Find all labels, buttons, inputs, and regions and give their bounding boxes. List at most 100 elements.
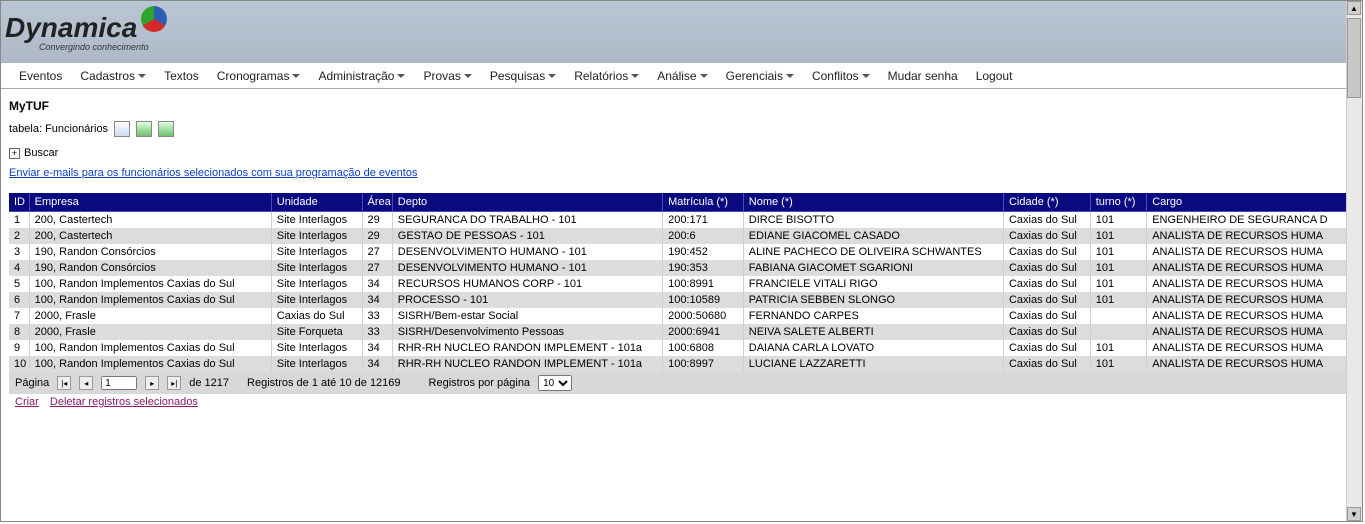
scroll-thumb[interactable] — [1347, 18, 1361, 98]
menu-provas[interactable]: Provas — [415, 65, 479, 87]
cell-turno: 101 — [1090, 356, 1146, 372]
last-page-icon[interactable]: ▸| — [167, 376, 181, 390]
menu-mudar-senha[interactable]: Mudar senha — [880, 65, 966, 87]
menu-eventos[interactable]: Eventos — [11, 65, 70, 87]
menu-relatórios[interactable]: Relatórios — [566, 65, 647, 87]
table-label-row: tabela: Funcionários — [9, 121, 1354, 137]
menu-label: Conflitos — [812, 69, 859, 83]
column-header[interactable]: Depto — [392, 193, 662, 212]
table-row[interactable]: 1200, CastertechSite Interlagos29SEGURAN… — [9, 212, 1349, 229]
cell-cidade: Caxias do Sul — [1003, 356, 1090, 372]
column-header[interactable]: Área — [362, 193, 392, 212]
next-page-icon[interactable]: ▸ — [145, 376, 159, 390]
column-header[interactable]: Cargo — [1147, 193, 1349, 212]
table-row[interactable]: 82000, FrasleSite Forqueta33SISRH/Desenv… — [9, 324, 1349, 340]
cell-id: 5 — [9, 276, 29, 292]
cell-cidade: Caxias do Sul — [1003, 324, 1090, 340]
cell-unidade: Site Interlagos — [271, 228, 362, 244]
menu-pesquisas[interactable]: Pesquisas — [482, 65, 564, 87]
menu-label: Provas — [423, 69, 460, 83]
column-header[interactable]: Cidade (*) — [1003, 193, 1090, 212]
cell-turno — [1090, 324, 1146, 340]
per-page-select[interactable]: 10 — [538, 375, 572, 391]
table-row[interactable]: 72000, FrasleCaxias do Sul33SISRH/Bem-es… — [9, 308, 1349, 324]
logo: Dynamica — [5, 12, 167, 44]
menu-cadastros[interactable]: Cadastros — [72, 65, 154, 87]
first-page-icon[interactable]: |◂ — [57, 376, 71, 390]
chevron-down-icon — [631, 74, 639, 78]
cell-matricula: 2000:50680 — [663, 308, 744, 324]
menu-label: Logout — [976, 69, 1013, 83]
cell-turno: 101 — [1090, 340, 1146, 356]
cell-depto: RHR-RH NUCLEO RANDON IMPLEMENT - 101a — [392, 356, 662, 372]
cell-depto: RHR-RH NUCLEO RANDON IMPLEMENT - 101a — [392, 340, 662, 356]
deletar-link[interactable]: Deletar registros selecionados — [50, 396, 198, 408]
table-row[interactable]: 4190, Randon ConsórciosSite Interlagos27… — [9, 260, 1349, 276]
export-excel-icon[interactable] — [136, 121, 152, 137]
chevron-down-icon — [292, 74, 300, 78]
column-header[interactable]: Unidade — [271, 193, 362, 212]
cell-id: 9 — [9, 340, 29, 356]
cell-empresa: 100, Randon Implementos Caxias do Sul — [29, 340, 271, 356]
cell-cargo: ENGENHEIRO DE SEGURANCA D — [1147, 212, 1349, 229]
logo-mark-icon — [141, 6, 167, 32]
chevron-down-icon — [862, 74, 870, 78]
de-label: de 1217 — [189, 377, 229, 389]
prev-page-icon[interactable]: ◂ — [79, 376, 93, 390]
cell-id: 6 — [9, 292, 29, 308]
cell-cidade: Caxias do Sul — [1003, 212, 1090, 229]
cell-empresa: 100, Randon Implementos Caxias do Sul — [29, 356, 271, 372]
brand-name: Dynamica — [5, 12, 137, 44]
scroll-up-icon[interactable]: ▲ — [1347, 1, 1361, 15]
column-header[interactable]: turno (*) — [1090, 193, 1146, 212]
vertical-scrollbar[interactable]: ▲ ▼ — [1346, 1, 1362, 521]
menu-cronogramas[interactable]: Cronogramas — [209, 65, 309, 87]
table-label: tabela: Funcionários — [9, 123, 108, 135]
column-header[interactable]: ID — [9, 193, 29, 212]
table-row[interactable]: 6100, Randon Implementos Caxias do SulSi… — [9, 292, 1349, 308]
cell-matricula: 200:171 — [663, 212, 744, 229]
menu-administração[interactable]: Administração — [310, 65, 413, 87]
export-excel-alt-icon[interactable] — [158, 121, 174, 137]
page-input[interactable] — [101, 376, 137, 390]
column-header[interactable]: Matrícula (*) — [663, 193, 744, 212]
cell-id: 1 — [9, 212, 29, 229]
expand-buscar-icon[interactable]: + — [9, 148, 20, 159]
table-row[interactable]: 5100, Randon Implementos Caxias do SulSi… — [9, 276, 1349, 292]
cell-cidade: Caxias do Sul — [1003, 308, 1090, 324]
column-header[interactable]: Empresa — [29, 193, 271, 212]
cell-cargo: ANALISTA DE RECURSOS HUMA — [1147, 260, 1349, 276]
scroll-down-icon[interactable]: ▼ — [1347, 507, 1361, 521]
column-header[interactable]: Nome (*) — [743, 193, 1003, 212]
cell-matricula: 100:6808 — [663, 340, 744, 356]
table-row[interactable]: 10100, Randon Implementos Caxias do SulS… — [9, 356, 1349, 372]
email-link[interactable]: Enviar e-mails para os funcionários sele… — [9, 167, 417, 179]
cell-depto: RECURSOS HUMANOS CORP - 101 — [392, 276, 662, 292]
menu-análise[interactable]: Análise — [649, 65, 715, 87]
cell-nome: PATRICIA SEBBEN SLONGO — [743, 292, 1003, 308]
cell-unidade: Site Interlagos — [271, 356, 362, 372]
menu-logout[interactable]: Logout — [968, 65, 1021, 87]
page-title: MyTUF — [9, 99, 1354, 113]
menu-textos[interactable]: Textos — [156, 65, 207, 87]
por-pagina-label: Registros por página — [429, 377, 531, 389]
pagina-label: Página — [15, 377, 49, 389]
print-icon[interactable] — [114, 121, 130, 137]
cell-area: 29 — [362, 228, 392, 244]
cell-depto: DESENVOLVIMENTO HUMANO - 101 — [392, 260, 662, 276]
table-row[interactable]: 9100, Randon Implementos Caxias do SulSi… — [9, 340, 1349, 356]
menu-label: Gerenciais — [726, 69, 783, 83]
menu-gerenciais[interactable]: Gerenciais — [718, 65, 802, 87]
menu-conflitos[interactable]: Conflitos — [804, 65, 878, 87]
table-row[interactable]: 2200, CastertechSite Interlagos29GESTAO … — [9, 228, 1349, 244]
data-table: IDEmpresaUnidadeÁreaDeptoMatrícula (*)No… — [9, 193, 1349, 372]
table-row[interactable]: 3190, Randon ConsórciosSite Interlagos27… — [9, 244, 1349, 260]
cell-depto: DESENVOLVIMENTO HUMANO - 101 — [392, 244, 662, 260]
cell-turno: 101 — [1090, 228, 1146, 244]
menu-label: Eventos — [19, 69, 62, 83]
cell-id: 7 — [9, 308, 29, 324]
criar-link[interactable]: Criar — [15, 396, 39, 408]
cell-turno: 101 — [1090, 276, 1146, 292]
cell-turno: 101 — [1090, 292, 1146, 308]
cell-area: 27 — [362, 244, 392, 260]
